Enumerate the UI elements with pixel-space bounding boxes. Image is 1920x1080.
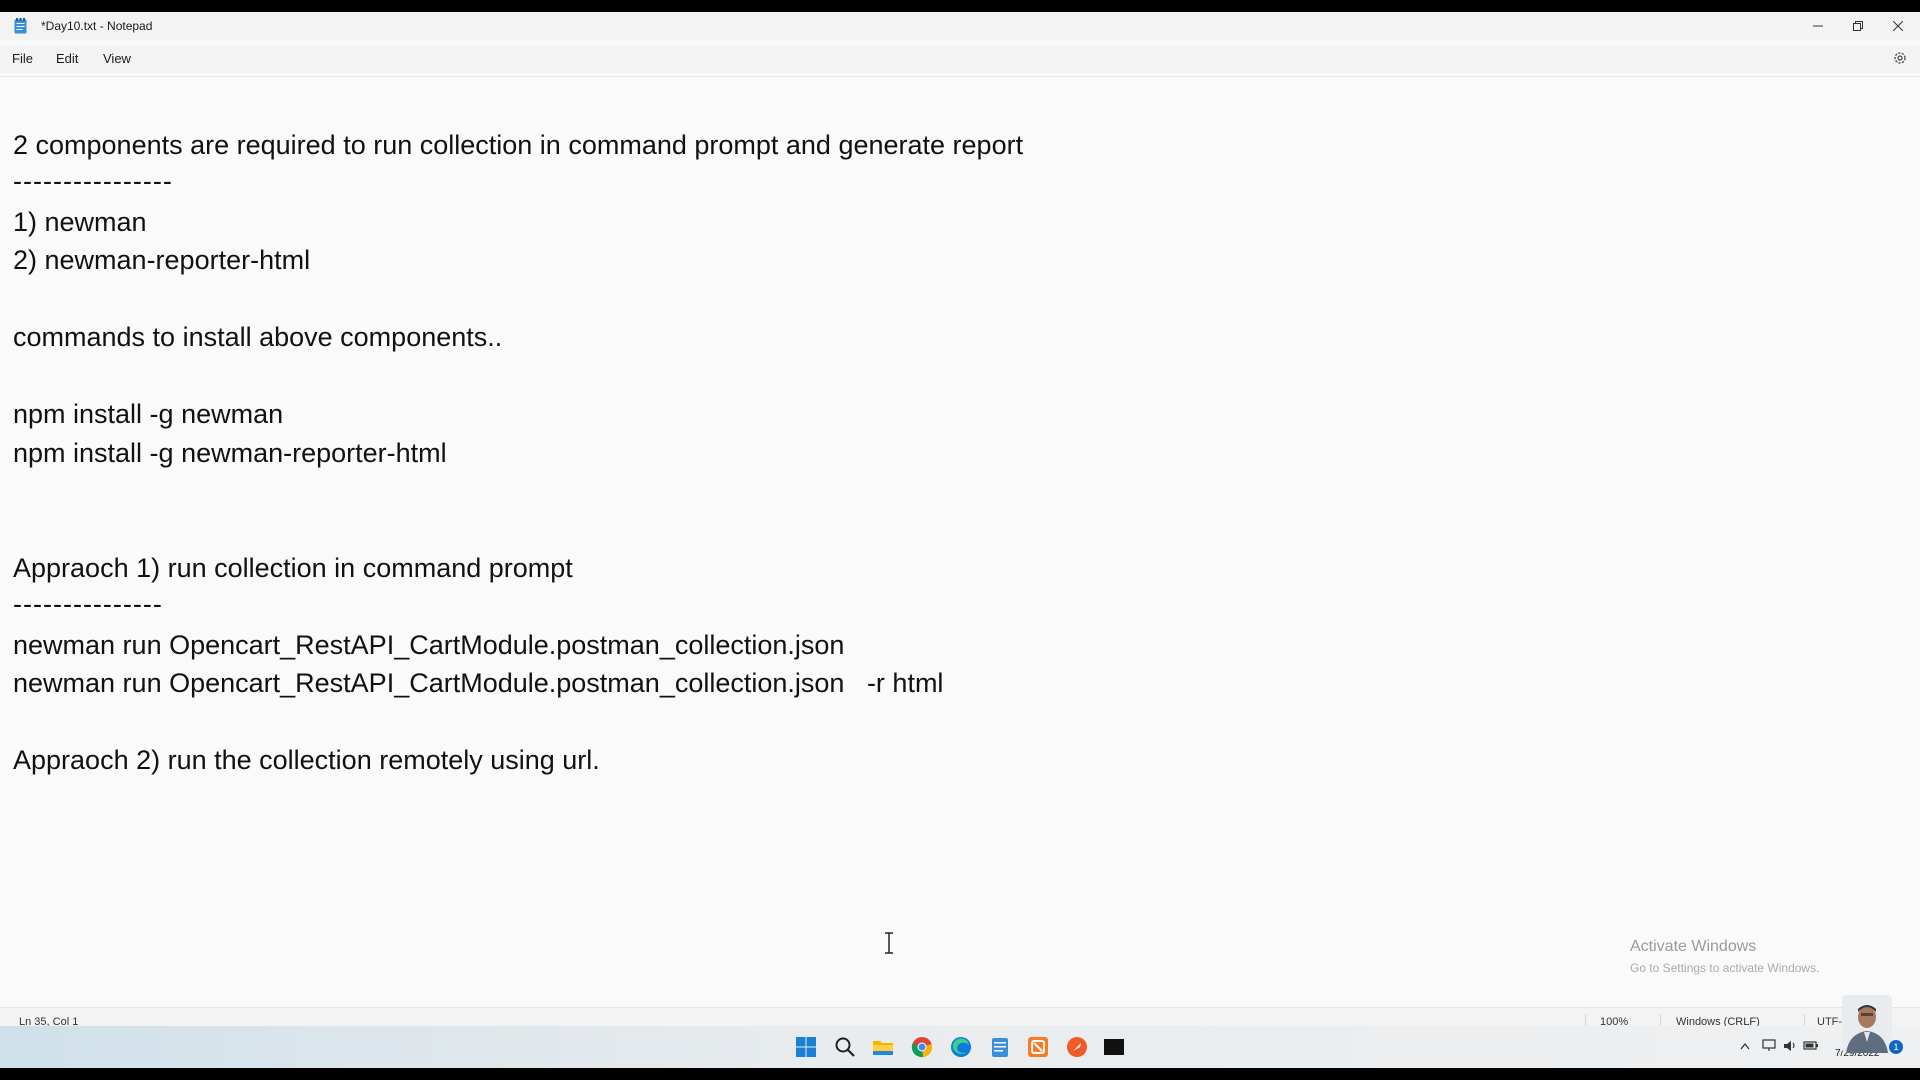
editor-line: Appraoch 2) run the collection remotely … xyxy=(13,745,600,775)
cursor-position: Ln 35, Col 1 xyxy=(19,1016,79,1026)
chrome-icon[interactable] xyxy=(911,1036,933,1058)
notification-badge[interactable]: 1 xyxy=(1889,1040,1903,1054)
edge-icon[interactable] xyxy=(950,1036,972,1058)
minimize-button[interactable] xyxy=(1798,12,1838,40)
title-bar[interactable]: *Day10.txt - Notepad xyxy=(0,12,1920,40)
settings-gear-icon[interactable] xyxy=(1892,50,1908,66)
editor-line: Appraoch 1) run collection in command pr… xyxy=(13,553,573,583)
editor-line: newman run Opencart_RestAPI_CartModule.p… xyxy=(13,630,845,660)
window-title: *Day10.txt - Notepad xyxy=(41,19,153,33)
activate-windows-subtitle: Go to Settings to activate Windows. xyxy=(1630,961,1820,975)
status-divider xyxy=(1660,1014,1661,1026)
file-explorer-icon[interactable] xyxy=(872,1036,894,1058)
status-bar: Ln 35, Col 1 100% Windows (CRLF) UTF-8 xyxy=(0,1007,1920,1026)
menu-edit[interactable]: Edit xyxy=(52,49,82,68)
network-icon[interactable] xyxy=(1762,1039,1776,1052)
editor-line: 2 components are required to run collect… xyxy=(13,130,1024,160)
editor-line: npm install -g newman xyxy=(13,399,284,429)
editor-line: ---------------- xyxy=(13,166,173,196)
notepad-icon[interactable] xyxy=(989,1036,1011,1058)
status-divider xyxy=(1804,1014,1805,1026)
text-editor[interactable]: 2 components are required to run collect… xyxy=(0,76,1920,1008)
presenter-avatar xyxy=(1842,995,1892,1053)
notepad-window: *Day10.txt - Notepad File Edit View 2 co… xyxy=(0,12,1920,1026)
editor-line: newman run Opencart_RestAPI_CartModule.p… xyxy=(13,668,944,698)
minimize-icon xyxy=(1813,25,1823,27)
editor-line: commands to install above components.. xyxy=(13,322,503,352)
xampp-icon[interactable] xyxy=(1027,1036,1049,1058)
editor-line: --------------- xyxy=(13,589,163,619)
postman-icon[interactable] xyxy=(1066,1036,1088,1058)
volume-icon[interactable] xyxy=(1783,1039,1797,1052)
close-icon xyxy=(1893,21,1903,31)
editor-line: 1) newman xyxy=(13,207,147,237)
battery-icon[interactable] xyxy=(1803,1039,1819,1051)
notepad-app-icon xyxy=(14,18,27,34)
menu-bar: File Edit View xyxy=(0,45,1920,73)
menu-view[interactable]: View xyxy=(99,49,135,68)
status-divider xyxy=(1585,1014,1586,1026)
line-ending: Windows (CRLF) xyxy=(1676,1016,1760,1026)
close-button[interactable] xyxy=(1878,12,1918,40)
taskbar: 7/29/2022 xyxy=(0,1026,1920,1068)
terminal-icon[interactable] xyxy=(1103,1036,1125,1058)
start-icon[interactable] xyxy=(795,1036,817,1058)
zoom-level: 100% xyxy=(1600,1016,1629,1026)
restore-icon xyxy=(1853,21,1863,31)
text-cursor-icon xyxy=(885,932,893,954)
editor-line: npm install -g newman-reporter-html xyxy=(13,438,447,468)
activate-windows-title: Activate Windows xyxy=(1630,938,1757,955)
show-hidden-icons-chevron-icon[interactable] xyxy=(1740,1042,1750,1050)
editor-line: 2) newman-reporter-html xyxy=(13,245,311,275)
restore-button[interactable] xyxy=(1838,12,1878,40)
search-icon[interactable] xyxy=(834,1036,856,1058)
menu-file[interactable]: File xyxy=(8,49,37,68)
